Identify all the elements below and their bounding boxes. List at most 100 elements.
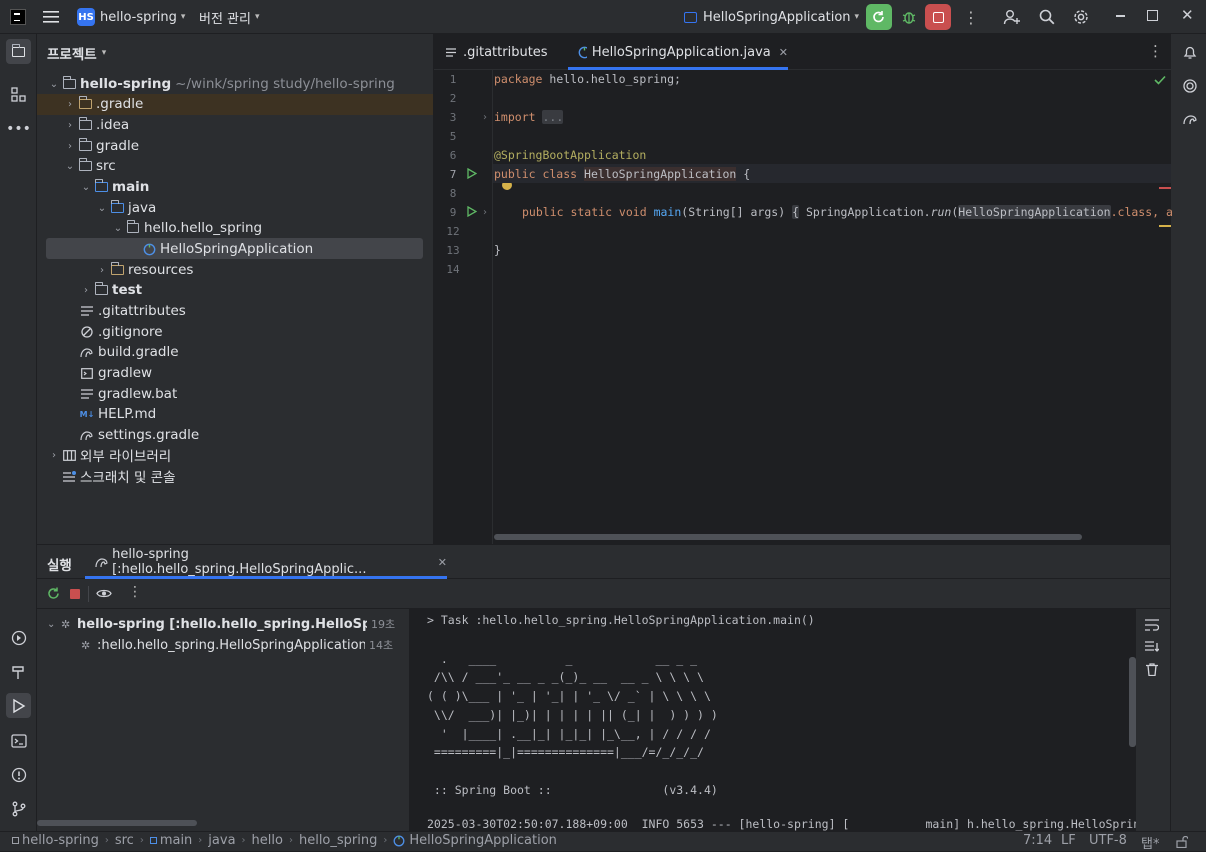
- build-tool-button[interactable]: [6, 659, 31, 684]
- minimize-button[interactable]: [1113, 9, 1127, 23]
- scroll-to-end-icon[interactable]: [1145, 641, 1160, 657]
- add-user-icon[interactable]: [1003, 8, 1021, 30]
- title-bar: HS hello-spring ▾ 버전 관리 ▾ HelloSpringApp…: [0, 0, 1206, 34]
- folder-icon: [61, 76, 77, 91]
- run-config-selector[interactable]: HelloSpringApplication ▾: [684, 0, 859, 34]
- resources-folder-icon: [109, 262, 125, 277]
- tree-item-package[interactable]: ⌄ hello.hello_spring: [37, 218, 433, 238]
- close-tab-icon[interactable]: ✕: [779, 46, 788, 59]
- line-separator[interactable]: LF: [1061, 833, 1076, 848]
- tree-item-label: hello.hello_spring: [144, 220, 263, 236]
- spring-class-icon: [393, 835, 405, 846]
- application-icon: [684, 11, 697, 23]
- git-tool-button[interactable]: [6, 796, 31, 821]
- more-tools-icon[interactable]: •••: [6, 116, 31, 141]
- services-tool-button[interactable]: [6, 625, 31, 650]
- breadcrumb-item[interactable]: java: [208, 833, 235, 848]
- tree-item-main[interactable]: ⌄ main: [37, 177, 433, 197]
- tab-options-icon[interactable]: ⋮: [1148, 42, 1163, 60]
- structure-tool-button[interactable]: [6, 82, 31, 107]
- tree-item-external-libraries[interactable]: › 외부 라이브러리: [37, 445, 433, 465]
- stop-button[interactable]: [925, 4, 951, 30]
- horizontal-scrollbar[interactable]: [37, 820, 197, 826]
- tree-item-settings-gradle[interactable]: settings.gradle: [37, 425, 433, 445]
- breadcrumb-item[interactable]: hello_spring: [299, 833, 377, 848]
- tree-item-root[interactable]: ⌄ hello-spring ~/wink/spring study/hello…: [37, 74, 433, 94]
- project-panel-header[interactable]: 프로젝트 ▾: [47, 43, 106, 63]
- vcs-menu[interactable]: 버전 관리 ▾: [199, 0, 260, 34]
- main-menu-icon[interactable]: [43, 0, 59, 34]
- ai-assistant-button[interactable]: [1177, 73, 1202, 98]
- run-tree-item-root[interactable]: ⌄ ✲ hello-spring [:hello.hello_spring.He…: [47, 614, 407, 634]
- rerun-button[interactable]: [866, 4, 892, 30]
- unlock-icon[interactable]: [1176, 835, 1189, 852]
- tab-hellospringapplication[interactable]: HelloSpringApplication.java ✕: [568, 34, 788, 70]
- tree-item-gradlew-bat[interactable]: gradlew.bat: [37, 384, 433, 404]
- breadcrumb-item[interactable]: main: [160, 833, 192, 848]
- stop-icon[interactable]: [70, 589, 80, 599]
- file-encoding[interactable]: UTF-8: [1089, 833, 1127, 848]
- tree-item-help-md[interactable]: M↓ HELP.md: [37, 404, 433, 424]
- tree-item-gradlew[interactable]: gradlew: [37, 363, 433, 383]
- close-tab-icon[interactable]: ✕: [438, 556, 447, 569]
- tree-item-label: gradlew.bat: [98, 386, 178, 402]
- project-tool-button[interactable]: [6, 39, 31, 64]
- run-tree-item-task[interactable]: ✲ :hello.hello_spring.HelloSpringApplica…: [81, 635, 407, 655]
- terminal-tool-button[interactable]: [6, 728, 31, 753]
- toolbar-divider: [88, 586, 89, 602]
- gradle-elephant-icon: [79, 345, 95, 359]
- package-icon: [125, 220, 141, 235]
- eye-icon[interactable]: [96, 587, 112, 604]
- breadcrumb-item[interactable]: src: [115, 833, 134, 848]
- run-tab[interactable]: hello-spring [:hello.hello_spring.HelloS…: [85, 545, 447, 579]
- tree-item-gitignore[interactable]: .gitignore: [37, 322, 433, 342]
- breadcrumb-item[interactable]: hello-spring: [22, 833, 99, 848]
- maximize-button[interactable]: [1147, 10, 1158, 21]
- tab-gitattributes[interactable]: .gitattributes: [446, 34, 548, 70]
- tree-item-resources[interactable]: › resources: [37, 260, 433, 280]
- app-logo[interactable]: [10, 0, 26, 34]
- error-stripe-marker[interactable]: [1159, 187, 1171, 189]
- vertical-scrollbar[interactable]: [1129, 657, 1136, 747]
- debug-button[interactable]: [899, 7, 919, 27]
- console-line: . ____ _ __ _ _: [427, 652, 698, 666]
- tree-item-test[interactable]: › test: [37, 280, 433, 300]
- run-tool-button[interactable]: [6, 693, 31, 718]
- tree-item-scratches[interactable]: 스크래치 및 콘솔: [37, 466, 433, 486]
- close-window-button[interactable]: ✕: [1181, 6, 1194, 24]
- tree-item-idea[interactable]: › .idea: [37, 115, 433, 135]
- vcs-menu-label: 버전 관리: [199, 11, 251, 27]
- run-tree-item-label: hello-spring [:hello.hello_spring.HelloS…: [77, 616, 367, 632]
- run-config-label: HelloSpringApplication: [703, 9, 851, 25]
- breadcrumb-item[interactable]: HelloSpringApplication: [409, 833, 557, 848]
- project-switcher[interactable]: HS hello-spring ▾: [77, 0, 185, 34]
- breadcrumb: hello-spring › src › main › java › hello…: [12, 833, 557, 848]
- tree-item-build-gradle[interactable]: build.gradle: [37, 342, 433, 362]
- more-actions-icon[interactable]: ⋮: [963, 0, 979, 34]
- soft-wrap-icon[interactable]: [1145, 619, 1160, 635]
- code-area[interactable]: package hello.hello_spring; import ... @…: [434, 70, 1173, 544]
- problems-tool-button[interactable]: [6, 762, 31, 787]
- gear-icon[interactable]: [1072, 8, 1090, 30]
- run-panel-header: 실행 hello-spring [:hello.hello_spring.Hel…: [37, 545, 1170, 579]
- more-actions-icon[interactable]: ⋮: [128, 584, 142, 600]
- warning-stripe-marker[interactable]: [1159, 225, 1171, 227]
- hammer-icon: [11, 665, 24, 679]
- tree-item-label: HELP.md: [98, 406, 157, 422]
- tree-item-gradle[interactable]: › gradle: [37, 136, 433, 156]
- tree-item-gitattributes[interactable]: .gitattributes: [37, 301, 433, 321]
- search-icon[interactable]: [1038, 8, 1056, 30]
- horizontal-scrollbar[interactable]: [494, 534, 1082, 540]
- tree-item-hellospringapplication[interactable]: HelloSpringApplication: [37, 239, 433, 259]
- tree-item-src[interactable]: ⌄ src: [37, 156, 433, 176]
- library-icon: [61, 448, 77, 462]
- trash-icon[interactable]: [1146, 663, 1158, 680]
- tree-item-dot-gradle[interactable]: › .gradle: [37, 94, 433, 114]
- breadcrumb-item[interactable]: hello: [252, 833, 283, 848]
- notifications-button[interactable]: [1177, 39, 1202, 64]
- tree-item-java[interactable]: ⌄ java: [37, 198, 433, 218]
- rerun-icon[interactable]: [47, 587, 60, 604]
- gradle-tool-button[interactable]: [1177, 107, 1202, 132]
- indent-setting[interactable]: 탭*: [1141, 833, 1159, 852]
- cursor-position[interactable]: 7:14: [1023, 833, 1052, 848]
